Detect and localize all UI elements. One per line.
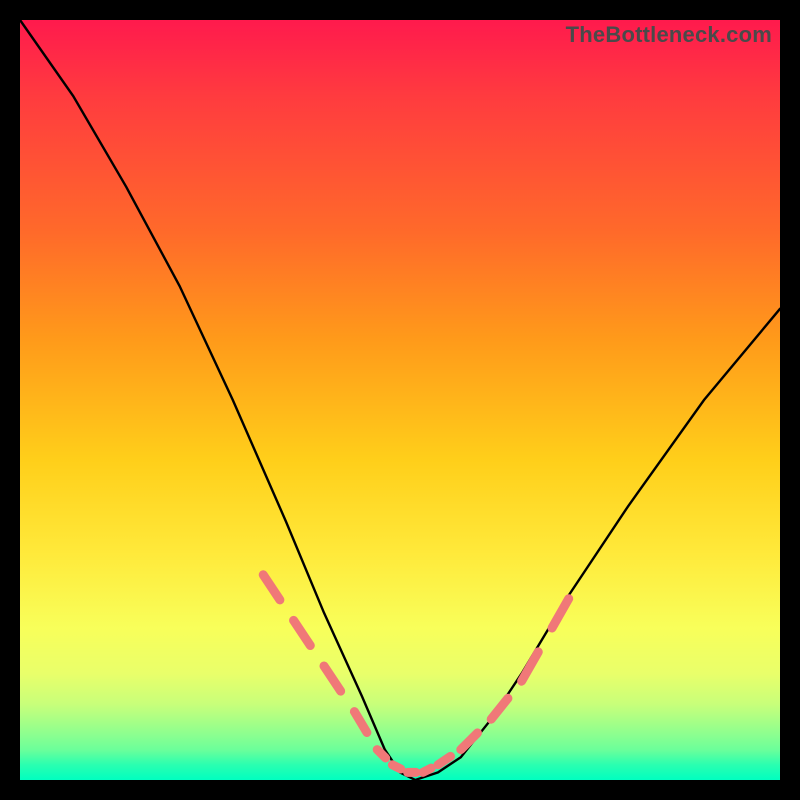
good-zone-dash	[392, 765, 400, 769]
good-zone-dash	[438, 756, 451, 764]
good-zone-dash	[294, 620, 311, 645]
watermark-text: TheBottleneck.com	[566, 22, 772, 48]
good-zone-dash	[377, 750, 385, 758]
good-zone-dash	[491, 698, 508, 719]
good-zone-dash	[324, 666, 341, 691]
good-zone-dash	[263, 575, 280, 600]
bottleneck-curve	[20, 20, 780, 780]
good-zone-dash	[522, 652, 539, 681]
curve-layer	[20, 20, 780, 780]
good-zone-dash	[354, 712, 367, 733]
good-zone-dash	[423, 768, 431, 772]
good-zone-dash	[552, 599, 569, 628]
good-zone-dash	[461, 733, 478, 750]
good-zone-markers	[263, 575, 569, 773]
chart-frame: TheBottleneck.com	[20, 20, 780, 780]
